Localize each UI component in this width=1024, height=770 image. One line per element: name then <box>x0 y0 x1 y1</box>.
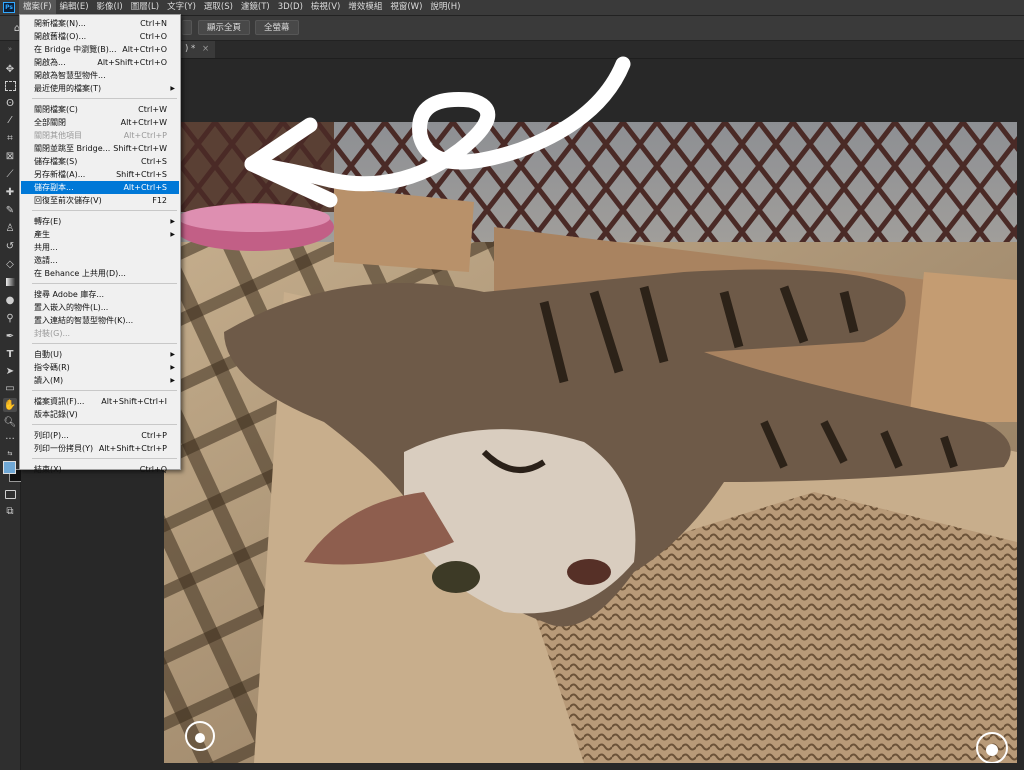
file-menu-item[interactable]: 開新檔案(N)... Ctrl+N <box>21 17 179 30</box>
menu-item-shortcut: Alt+Ctrl+S <box>123 183 167 192</box>
submenu-arrow-icon: ▶ <box>170 364 175 371</box>
file-menu-item[interactable]: 另存新檔(A)... Shift+Ctrl+S <box>21 168 179 181</box>
menu-item-label: 關閉檔案(C) <box>34 105 78 114</box>
file-menu-item: 封裝(G)... <box>21 327 179 340</box>
menu-item-shortcut: Ctrl+S <box>140 157 167 166</box>
file-menu-item[interactable]: 開啟為智慧型物件... <box>21 69 179 82</box>
menu-item-label: 自動(U) <box>34 350 63 359</box>
file-menu-item[interactable]: 開啟舊檔(O)... Ctrl+O <box>21 30 179 43</box>
menu-item-shortcut: Alt+Shift+Ctrl+P <box>98 444 167 453</box>
menu-item-label: 開啟為智慧型物件... <box>34 71 106 80</box>
file-menu-item[interactable]: 產生 ▶ <box>21 228 179 241</box>
menu-item-label: 最近使用的檔案(T) <box>34 84 102 93</box>
menu-item-label: 共用... <box>34 243 58 252</box>
menu-item-label: 版本記錄(V) <box>34 410 78 419</box>
menu-item-shortcut: F12 <box>152 196 167 205</box>
menu-item-label: 轉存(E) <box>34 217 62 226</box>
file-menu-item[interactable]: 結束(X) Ctrl+Q <box>21 463 179 476</box>
file-menu-item[interactable]: 全部關閉 Alt+Ctrl+W <box>21 116 179 129</box>
menu-item-label: 置入連結的智慧型物件(K)... <box>34 316 134 325</box>
file-menu-item[interactable]: 關閉檔案(C) Ctrl+W <box>21 103 179 116</box>
menu-separator <box>32 210 177 211</box>
menu-item-label: 開啟舊檔(O)... <box>34 32 87 41</box>
menu-item-shortcut: Alt+Ctrl+O <box>122 45 167 54</box>
menu-item-label: 儲存檔案(S) <box>34 157 78 166</box>
menu-item-label: 列印一份拷貝(Y) <box>34 444 94 453</box>
menu-item-shortcut: Alt+Ctrl+P <box>123 131 167 140</box>
file-menu-item[interactable]: 開啟為... Alt+Shift+Ctrl+O <box>21 56 179 69</box>
menu-separator <box>32 98 177 99</box>
menu-item-label: 結束(X) <box>34 465 62 474</box>
menu-separator <box>32 343 177 344</box>
file-menu-item[interactable]: 儲存副本... Alt+Ctrl+S <box>21 181 179 194</box>
submenu-arrow-icon: ▶ <box>170 377 175 384</box>
submenu-arrow-icon: ▶ <box>170 231 175 238</box>
menu-item-shortcut: Ctrl+P <box>141 431 167 440</box>
menu-item-label: 邀請... <box>34 256 58 265</box>
menu-item-label: 回復至前次儲存(V) <box>34 196 102 205</box>
menu-item-label: 封裝(G)... <box>34 329 71 338</box>
menu-item-label: 列印(P)... <box>34 431 69 440</box>
menu-item-label: 儲存副本... <box>34 183 74 192</box>
menu-item-shortcut: Ctrl+O <box>139 32 167 41</box>
menu-item-shortcut: Ctrl+Q <box>139 465 167 474</box>
file-menu-item[interactable]: 讀入(M) ▶ <box>21 374 179 387</box>
file-menu-item[interactable]: 置入連結的智慧型物件(K)... <box>21 314 179 327</box>
file-menu-item[interactable]: 邀請... <box>21 254 179 267</box>
menu-item-label: 關閉並跳至 Bridge... <box>34 144 111 153</box>
file-menu-item[interactable]: 檔案資訊(F)... Alt+Shift+Ctrl+I <box>21 395 179 408</box>
file-menu-item[interactable]: 在 Bridge 中瀏覽(B)... Alt+Ctrl+O <box>21 43 179 56</box>
menu-item-shortcut: Ctrl+W <box>138 105 167 114</box>
file-menu-item: 關閉其他項目 Alt+Ctrl+P <box>21 129 179 142</box>
menu-item-label: 開新檔案(N)... <box>34 19 86 28</box>
file-menu-item[interactable]: 列印(P)... Ctrl+P <box>21 429 179 442</box>
menu-item-shortcut: Shift+Ctrl+S <box>116 170 167 179</box>
menu-separator <box>32 390 177 391</box>
file-menu-item[interactable]: 關閉並跳至 Bridge... Shift+Ctrl+W <box>21 142 179 155</box>
submenu-arrow-icon: ▶ <box>170 85 175 92</box>
menu-item-label: 檔案資訊(F)... <box>34 397 85 406</box>
menu-item-label: 讀入(M) <box>34 376 64 385</box>
file-menu-item[interactable]: 最近使用的檔案(T) ▶ <box>21 82 179 95</box>
file-menu-item[interactable]: 指令碼(R) ▶ <box>21 361 179 374</box>
submenu-arrow-icon: ▶ <box>170 351 175 358</box>
menu-item-label: 關閉其他項目 <box>34 131 82 140</box>
file-menu-item[interactable]: 置入嵌入的物件(L)... <box>21 301 179 314</box>
menu-item-label: 另存新檔(A)... <box>34 170 86 179</box>
file-menu-item[interactable]: 儲存檔案(S) Ctrl+S <box>21 155 179 168</box>
menu-item-label: 開啟為... <box>34 58 66 67</box>
file-menu-item[interactable]: 自動(U) ▶ <box>21 348 179 361</box>
menu-item-label: 搜尋 Adobe 庫存... <box>34 290 105 299</box>
menu-item-shortcut: Shift+Ctrl+W <box>113 144 167 153</box>
menu-separator <box>32 458 177 459</box>
menu-separator <box>32 283 177 284</box>
menu-item-label: 全部關閉 <box>34 118 66 127</box>
menu-item-shortcut: Alt+Ctrl+W <box>120 118 167 127</box>
file-menu-item[interactable]: 列印一份拷貝(Y) Alt+Shift+Ctrl+P <box>21 442 179 455</box>
file-menu-dropdown: 開新檔案(N)... Ctrl+N 開啟舊檔(O)... Ctrl+O 在 Bridge… <box>19 14 181 474</box>
menu-item-label: 在 Bridge 中瀏覽(B)... <box>34 45 117 54</box>
menu-item-shortcut: Alt+Shift+Ctrl+I <box>101 397 167 406</box>
menu-item-shortcut: Alt+Shift+Ctrl+O <box>97 58 167 67</box>
menu-item-label: 指令碼(R) <box>34 363 70 372</box>
file-menu-item[interactable]: 回復至前次儲存(V) F12 <box>21 194 179 207</box>
menu-item-label: 產生 <box>34 230 50 239</box>
menu-item-label: 在 Behance 上共用(D)... <box>34 269 126 278</box>
file-menu-item[interactable]: 版本記錄(V) <box>21 408 179 421</box>
file-menu-item[interactable]: 搜尋 Adobe 庫存... <box>21 288 179 301</box>
file-menu-item[interactable]: 轉存(E) ▶ <box>21 215 179 228</box>
file-menu-item[interactable]: 在 Behance 上共用(D)... <box>21 267 179 280</box>
menu-item-label: 置入嵌入的物件(L)... <box>34 303 109 312</box>
file-menu-item[interactable]: 共用... <box>21 241 179 254</box>
menu-item-shortcut: Ctrl+N <box>140 19 167 28</box>
submenu-arrow-icon: ▶ <box>170 218 175 225</box>
menu-separator <box>32 424 177 425</box>
